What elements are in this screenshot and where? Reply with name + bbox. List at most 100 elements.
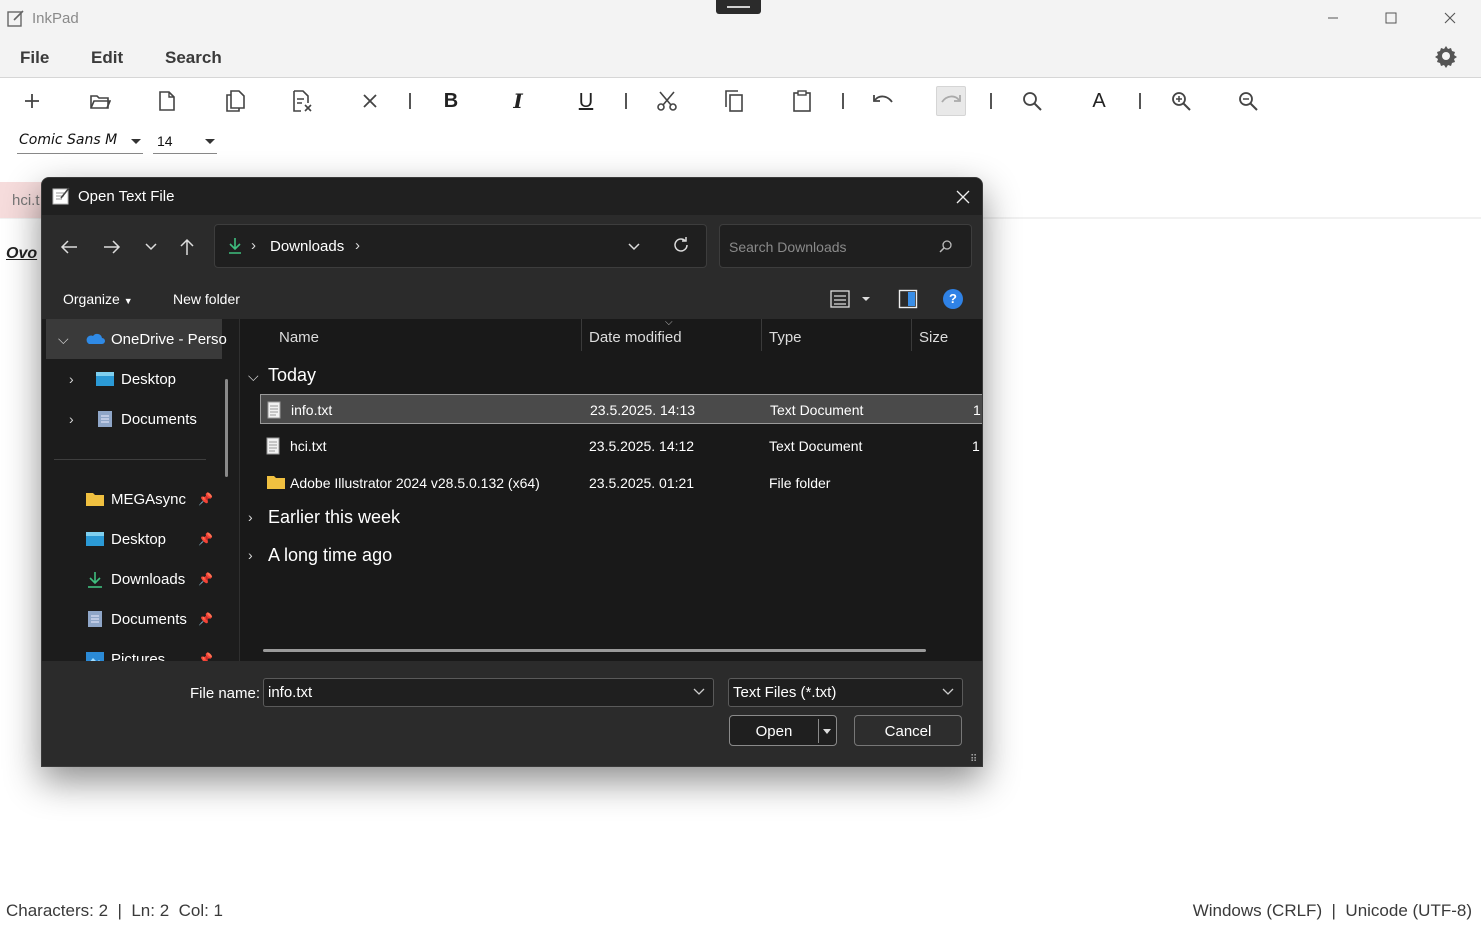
column-separator[interactable] xyxy=(911,319,912,351)
nav-item-onedrive[interactable]: OneDrive - Perso xyxy=(85,326,227,352)
gear-icon[interactable] xyxy=(1434,44,1458,68)
file-name-input[interactable]: info.txt xyxy=(263,678,714,707)
nav-item-megasync[interactable]: MEGAsync xyxy=(85,486,186,512)
close-icon[interactable] xyxy=(355,86,385,116)
undo-icon[interactable] xyxy=(868,86,898,116)
close-file-icon[interactable] xyxy=(288,86,318,116)
address-segment[interactable]: Downloads xyxy=(270,238,344,255)
nav-item-desktop[interactable]: Desktop xyxy=(95,366,176,392)
up-arrow-icon[interactable] xyxy=(173,235,201,259)
menu-edit[interactable]: Edit xyxy=(91,48,123,68)
paste-icon[interactable] xyxy=(787,86,817,116)
pictures-folder-icon xyxy=(85,651,105,661)
copy-file-icon[interactable] xyxy=(220,86,250,116)
zoom-out-icon[interactable] xyxy=(1233,86,1263,116)
back-arrow-icon[interactable] xyxy=(55,235,83,259)
folder-open-icon[interactable] xyxy=(85,86,115,116)
nav-item-documents[interactable]: Documents xyxy=(95,406,197,432)
chevron-down-icon[interactable] xyxy=(693,687,705,697)
documents-folder-icon xyxy=(85,611,105,627)
find-icon[interactable] xyxy=(1017,86,1047,116)
font-icon[interactable]: A xyxy=(1084,86,1114,116)
menu-search[interactable]: Search xyxy=(165,48,222,68)
plus-icon[interactable] xyxy=(17,86,47,116)
bold-icon[interactable]: B xyxy=(436,86,466,116)
caret-down-icon: ▼ xyxy=(123,296,133,306)
recent-locations-icon[interactable] xyxy=(137,235,165,259)
nav-item-pictures[interactable]: Pictures xyxy=(85,646,165,661)
forward-arrow-icon[interactable] xyxy=(98,235,126,259)
cut-icon[interactable] xyxy=(652,86,682,116)
editor-content[interactable]: Ovo xyxy=(6,245,37,263)
dialog-title: Open Text File xyxy=(78,188,175,205)
close-icon[interactable] xyxy=(946,184,980,210)
table-row[interactable]: hci.txt 23.5.2025. 14:12 Text Document 1 xyxy=(260,431,982,461)
file-name-cell: info.txt xyxy=(291,402,333,418)
close-window-button[interactable] xyxy=(1427,4,1473,32)
column-separator[interactable] xyxy=(761,319,762,351)
maximize-button[interactable] xyxy=(1368,4,1414,32)
redo-icon[interactable] xyxy=(936,86,966,116)
horizontal-scrollbar[interactable] xyxy=(263,649,926,652)
file-type-select[interactable]: Text Files (*.txt) xyxy=(728,678,963,707)
font-family-select[interactable]: Comic Sans M xyxy=(17,128,143,154)
chevron-down-icon[interactable] xyxy=(942,687,954,697)
column-header-size[interactable]: Size xyxy=(919,329,948,346)
nav-item-desktop-pinned[interactable]: Desktop xyxy=(85,526,166,552)
caret-down-icon[interactable] xyxy=(822,728,832,736)
table-row[interactable]: Adobe Illustrator 2024 v28.5.0.132 (x64)… xyxy=(260,468,982,498)
italic-icon[interactable]: I xyxy=(503,86,533,116)
new-folder-button[interactable]: New folder xyxy=(173,291,240,307)
nav-item-downloads[interactable]: Downloads xyxy=(85,566,185,592)
pin-icon[interactable]: 📌 xyxy=(198,612,213,626)
minimize-button[interactable] xyxy=(1310,4,1356,32)
chevron-down-icon[interactable] xyxy=(627,237,641,255)
document-tab-label: hci.t xyxy=(12,192,40,209)
help-icon[interactable]: ? xyxy=(943,289,963,309)
pin-icon[interactable]: 📌 xyxy=(198,652,213,661)
view-options-icon[interactable] xyxy=(829,289,875,309)
organize-button[interactable]: Organize ▼ xyxy=(63,291,133,307)
font-size-select[interactable]: 14 xyxy=(153,128,217,154)
chevron-down-icon[interactable]: ⌵ xyxy=(58,331,69,348)
nav-scrollbar[interactable] xyxy=(225,379,228,477)
pin-icon[interactable]: 📌 xyxy=(198,572,213,586)
nav-item-label: Documents xyxy=(121,410,197,428)
folder-icon xyxy=(85,491,105,507)
search-input[interactable]: Search Downloads xyxy=(719,224,972,268)
file-name-cell: hci.txt xyxy=(290,438,327,454)
group-header-today[interactable]: Today xyxy=(268,365,316,386)
refresh-icon[interactable] xyxy=(671,235,691,255)
chevron-down-icon xyxy=(131,139,141,144)
column-header-name[interactable]: Name xyxy=(279,329,319,346)
menu-file[interactable]: File xyxy=(20,48,49,68)
pin-icon[interactable]: 📌 xyxy=(198,532,213,546)
new-file-icon[interactable] xyxy=(152,86,182,116)
column-header-type[interactable]: Type xyxy=(769,329,802,346)
group-header-earlier-this-week[interactable]: Earlier this week xyxy=(268,507,400,528)
resize-grip-icon[interactable]: ⠿ xyxy=(970,754,977,765)
nav-item-documents-pinned[interactable]: Documents xyxy=(85,606,187,632)
navigation-pane: ⌵ OneDrive - Perso › Desktop › Documents… xyxy=(42,319,239,661)
preview-pane-icon[interactable] xyxy=(898,289,918,309)
zoom-in-icon[interactable] xyxy=(1166,86,1196,116)
copy-icon[interactable] xyxy=(719,86,749,116)
snap-handle[interactable] xyxy=(716,0,761,14)
table-row[interactable]: info.txt 23.5.2025. 14:13 Text Document 1 xyxy=(260,394,982,424)
chevron-right-icon[interactable]: › xyxy=(69,371,74,387)
chevron-right-icon[interactable]: › xyxy=(248,509,253,525)
open-button[interactable]: Open xyxy=(729,715,837,746)
underline-icon[interactable]: U xyxy=(571,86,601,116)
address-bar[interactable]: › Downloads › xyxy=(214,224,707,268)
pin-icon[interactable]: 📌 xyxy=(198,492,213,506)
nav-item-label: Downloads xyxy=(111,570,186,588)
column-header-date[interactable]: Date modified xyxy=(589,329,682,346)
chevron-right-icon[interactable]: › xyxy=(355,237,360,254)
chevron-right-icon[interactable]: › xyxy=(248,547,253,563)
chevron-down-icon[interactable]: ⌵ xyxy=(248,368,259,385)
status-position: Characters: 2 | Ln: 2 Col: 1 xyxy=(6,901,224,920)
chevron-right-icon[interactable]: › xyxy=(69,411,74,427)
cancel-button[interactable]: Cancel xyxy=(854,715,962,746)
column-separator[interactable] xyxy=(581,319,582,351)
group-header-long-time-ago[interactable]: A long time ago xyxy=(268,545,392,566)
